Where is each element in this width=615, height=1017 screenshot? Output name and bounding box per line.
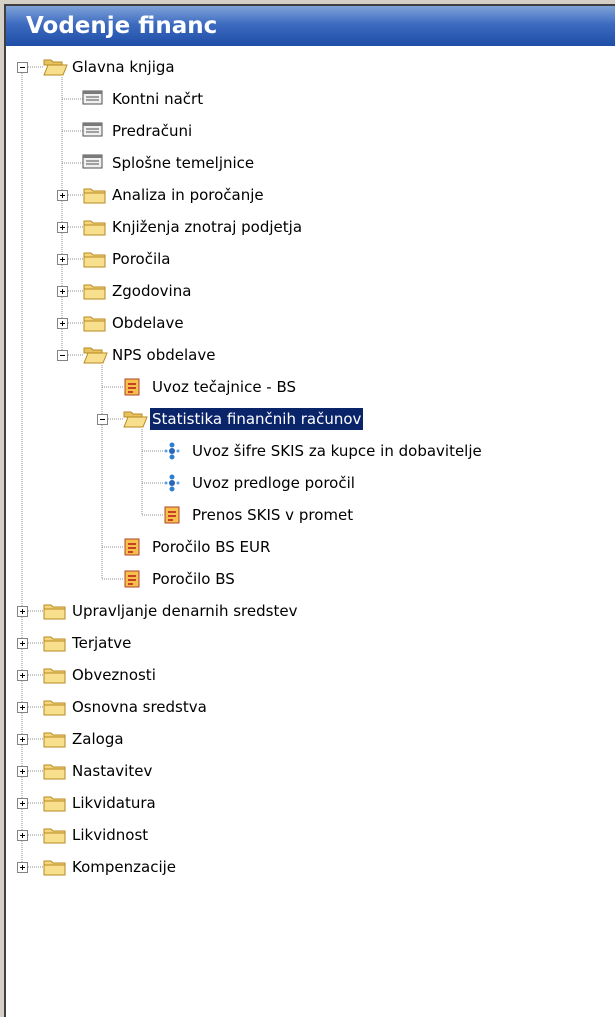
- tree-item[interactable]: Likvidatura: [6, 792, 606, 824]
- folder-closed-icon: [42, 729, 68, 753]
- tree-item-label[interactable]: Prenos SKIS v promet: [190, 504, 355, 526]
- expand-icon[interactable]: [17, 830, 28, 841]
- tree-item-label[interactable]: Likvidatura: [70, 792, 158, 814]
- report-icon: [162, 505, 182, 529]
- table-form-icon: [82, 153, 104, 175]
- tree-item[interactable]: Osnovna sredstva: [6, 696, 606, 728]
- table-form-icon: [82, 121, 104, 143]
- collapse-icon[interactable]: [57, 350, 68, 361]
- tree-item-label[interactable]: Analiza in poročanje: [110, 184, 266, 206]
- tree-item[interactable]: Knjiženja znotraj podjetja: [6, 216, 606, 248]
- tree-item[interactable]: Splošne temeljnice: [6, 152, 606, 184]
- expand-icon[interactable]: [17, 734, 28, 745]
- expand-icon[interactable]: [57, 222, 68, 233]
- folder-open-icon: [42, 57, 68, 81]
- tree-item-label[interactable]: Likvidnost: [70, 824, 150, 846]
- tree-item[interactable]: Zaloga: [6, 728, 606, 760]
- tree-item[interactable]: Poročilo BS: [6, 568, 606, 600]
- dataport-icon: [162, 441, 182, 465]
- expand-icon[interactable]: [17, 702, 28, 713]
- folder-closed-icon: [82, 313, 108, 337]
- folder-open-icon: [122, 409, 148, 433]
- tree-item-label[interactable]: Knjiženja znotraj podjetja: [110, 216, 304, 238]
- tree-item-label[interactable]: Osnovna sredstva: [70, 696, 209, 718]
- folder-closed-icon: [82, 185, 108, 209]
- tree-item[interactable]: Predračuni: [6, 120, 606, 152]
- tree-item-label[interactable]: Obveznosti: [70, 664, 158, 686]
- tree-item[interactable]: Obveznosti: [6, 664, 606, 696]
- report-icon: [122, 377, 142, 401]
- tree-item[interactable]: Upravljanje denarnih sredstev: [6, 600, 606, 632]
- tree-item-label[interactable]: Predračuni: [110, 120, 194, 142]
- expand-icon[interactable]: [17, 638, 28, 649]
- folder-closed-icon: [42, 633, 68, 657]
- dataport-icon: [162, 473, 182, 497]
- tree-item[interactable]: Uvoz predloge poročil: [6, 472, 606, 504]
- tree-item[interactable]: Uvoz tečajnice - BS: [6, 376, 606, 408]
- folder-closed-icon: [82, 249, 108, 273]
- expand-icon[interactable]: [57, 254, 68, 265]
- tree-item[interactable]: Zgodovina: [6, 280, 606, 312]
- collapse-icon[interactable]: [97, 414, 108, 425]
- tree-item-label[interactable]: Uvoz predloge poročil: [190, 472, 357, 494]
- tree-item[interactable]: Analiza in poročanje: [6, 184, 606, 216]
- tree-item-label[interactable]: Upravljanje denarnih sredstev: [70, 600, 299, 622]
- tree-item-label[interactable]: Kompenzacije: [70, 856, 178, 878]
- table-form-icon: [82, 89, 104, 111]
- tree-item-label[interactable]: Terjatve: [70, 632, 133, 654]
- expand-icon[interactable]: [17, 670, 28, 681]
- menu-tree: Glavna knjiga Kontni načrt Predračuni Sploš…: [6, 46, 615, 1017]
- tree-item-label[interactable]: Poročilo BS EUR: [150, 536, 272, 558]
- folder-closed-icon: [42, 825, 68, 849]
- tree-item-label[interactable]: Kontni načrt: [110, 88, 205, 110]
- tree-item-label[interactable]: Obdelave: [110, 312, 186, 334]
- expand-icon[interactable]: [17, 862, 28, 873]
- folder-closed-icon: [42, 665, 68, 689]
- folder-closed-icon: [42, 601, 68, 625]
- tree-item[interactable]: Obdelave: [6, 312, 606, 344]
- pane-title: Vodenje financ: [6, 6, 615, 46]
- folder-closed-icon: [82, 217, 108, 241]
- tree-item[interactable]: Terjatve: [6, 632, 606, 664]
- folder-closed-icon: [82, 281, 108, 305]
- tree-item[interactable]: Nastavitev: [6, 760, 606, 792]
- tree-item-label[interactable]: Splošne temeljnice: [110, 152, 256, 174]
- expand-icon[interactable]: [17, 606, 28, 617]
- tree-item[interactable]: Likvidnost: [6, 824, 606, 856]
- tree-item[interactable]: NPS obdelave: [6, 344, 606, 376]
- expand-icon[interactable]: [17, 798, 28, 809]
- tree-item-label[interactable]: Glavna knjiga: [70, 56, 177, 78]
- tree-item-label[interactable]: Zaloga: [70, 728, 126, 750]
- tree-item-label[interactable]: Poročilo BS: [150, 568, 237, 590]
- folder-closed-icon: [42, 793, 68, 817]
- folder-closed-icon: [42, 761, 68, 785]
- tree-item[interactable]: Poročilo BS EUR: [6, 536, 606, 568]
- tree-item[interactable]: Poročila: [6, 248, 606, 280]
- tree-item[interactable]: Statistika finančnih računov: [6, 407, 606, 440]
- tree-item[interactable]: Kontni načrt: [6, 88, 606, 120]
- report-icon: [122, 537, 142, 561]
- folder-closed-icon: [42, 857, 68, 881]
- navigation-pane: Vodenje financ Glavna knjiga Kontni načrt…: [4, 4, 615, 1017]
- tree-item[interactable]: Uvoz šifre SKIS za kupce in dobavitelje: [6, 440, 606, 472]
- report-icon: [122, 569, 142, 593]
- tree-item-label[interactable]: Uvoz šifre SKIS za kupce in dobavitelje: [190, 440, 484, 462]
- collapse-icon[interactable]: [17, 62, 28, 73]
- expand-icon[interactable]: [57, 318, 68, 329]
- folder-open-icon: [82, 345, 108, 369]
- folder-closed-icon: [42, 697, 68, 721]
- tree-item-label[interactable]: NPS obdelave: [110, 344, 217, 366]
- tree-item-label[interactable]: Poročila: [110, 248, 172, 270]
- expand-icon[interactable]: [57, 190, 68, 201]
- tree-item-label[interactable]: Nastavitev: [70, 760, 154, 782]
- expand-icon[interactable]: [57, 286, 68, 297]
- expand-icon[interactable]: [17, 766, 28, 777]
- tree-item-label[interactable]: Zgodovina: [110, 280, 193, 302]
- tree-item[interactable]: Glavna knjiga: [6, 56, 606, 88]
- tree-item-label[interactable]: Statistika finančnih računov: [148, 407, 365, 431]
- tree-item[interactable]: Kompenzacije: [6, 856, 606, 888]
- tree-item-label[interactable]: Uvoz tečajnice - BS: [150, 376, 298, 398]
- tree-item[interactable]: Prenos SKIS v promet: [6, 504, 606, 536]
